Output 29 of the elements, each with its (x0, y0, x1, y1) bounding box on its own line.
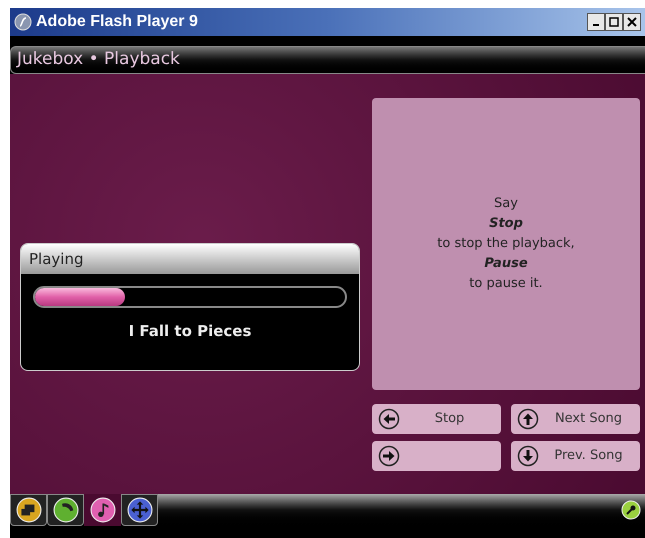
song-title: I Fall to Pieces (128, 321, 252, 342)
dock-icon (52, 497, 78, 523)
minimize-icon (593, 24, 599, 26)
dock-icon (16, 497, 42, 523)
dock-icon (90, 497, 116, 523)
command-word: Stop (489, 215, 523, 233)
voice-command-button[interactable]: Stop (372, 404, 501, 434)
header-title: Jukebox • Playback (17, 48, 180, 72)
instruction-text: Say (494, 195, 518, 213)
maximize-icon (609, 17, 619, 27)
panel-title: Playing (29, 248, 84, 270)
instruction-text: to pause it. (469, 275, 543, 293)
dock-tab[interactable] (10, 494, 47, 526)
dock-icon (126, 497, 152, 523)
command-word: Pause (484, 255, 528, 273)
dock-tab[interactable] (47, 494, 84, 526)
flash-logo-icon (14, 13, 32, 31)
minimize-button[interactable] (587, 13, 605, 31)
voice-command-button[interactable] (372, 441, 501, 471)
dock-tab[interactable] (121, 494, 158, 526)
voice-command-button[interactable]: Next Song (511, 404, 640, 434)
microphone-icon (621, 500, 641, 520)
maximize-button[interactable] (605, 13, 623, 31)
window-title: Adobe Flash Player 9 (36, 12, 198, 32)
close-icon (627, 17, 637, 27)
instruction-text: to stop the playback, (437, 235, 575, 253)
dock-tab[interactable] (84, 494, 121, 526)
voice-command-button[interactable]: Prev. Song (511, 441, 640, 471)
close-button[interactable] (623, 13, 641, 31)
